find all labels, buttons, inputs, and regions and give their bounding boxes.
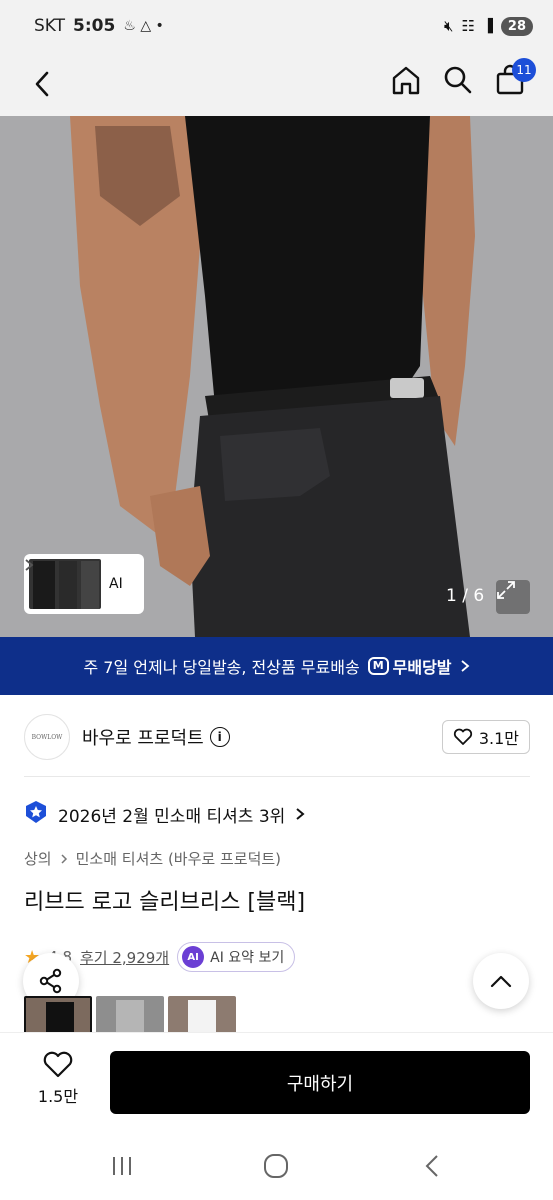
product-image-carousel[interactable]: AI 1 / 6 bbox=[0, 116, 553, 637]
cart-count-badge: 11 bbox=[512, 58, 536, 82]
chevron-up-icon bbox=[490, 975, 512, 988]
image-counter: 1 / 6 bbox=[446, 586, 485, 606]
home-nav-button[interactable] bbox=[256, 1150, 296, 1182]
brand-name[interactable]: 바우로 프로덕트 bbox=[82, 724, 204, 750]
thumbnail-image bbox=[27, 557, 103, 611]
truck-icon: M bbox=[367, 657, 389, 675]
chevron-left-icon bbox=[425, 1155, 438, 1177]
buy-button[interactable]: 구매하기 bbox=[110, 1051, 530, 1114]
home-icon bbox=[392, 66, 420, 95]
recent-apps-icon bbox=[113, 1157, 131, 1175]
recent-apps-button[interactable] bbox=[102, 1150, 142, 1182]
mubae-label: 무배당발 bbox=[392, 658, 452, 677]
variant-strip bbox=[24, 996, 236, 1034]
search-button[interactable] bbox=[438, 60, 478, 100]
notification-icons: ♨ △ • bbox=[123, 18, 164, 34]
ai-summary-label: AI 요약 보기 bbox=[210, 950, 285, 966]
clock: 5:05 bbox=[73, 16, 116, 36]
breadcrumb-subcategory[interactable]: 민소매 티셔츠 (바우로 프로덕트) bbox=[76, 848, 281, 869]
top-navigation: 11 bbox=[0, 52, 553, 116]
divider bbox=[24, 776, 530, 777]
chevron-left-icon bbox=[35, 71, 49, 97]
product-title: 리브드 로고 슬리브리스 [블랙] bbox=[24, 890, 306, 915]
signal-icon: ▐ bbox=[482, 18, 493, 34]
wishlist-button[interactable]: 1.5만 bbox=[24, 1051, 92, 1115]
search-icon bbox=[444, 66, 472, 94]
ranking-link[interactable]: 2026년 2월 민소매 티셔츠 3위 bbox=[24, 800, 305, 828]
mubae-badge: M 무배당발 bbox=[367, 654, 452, 678]
system-navigation-bar bbox=[0, 1132, 553, 1200]
free-shipping-banner[interactable]: 주 7일 언제나 당일발송, 전상품 무료배송 M 무배당발 bbox=[0, 637, 553, 695]
review-count-link[interactable]: 후기 2,929개 bbox=[80, 947, 169, 968]
chevron-right-icon bbox=[61, 853, 67, 864]
scroll-top-button[interactable] bbox=[473, 953, 529, 1009]
cart-button[interactable]: 11 bbox=[490, 58, 536, 100]
variant-thumbnail[interactable] bbox=[168, 996, 236, 1034]
heart-icon bbox=[43, 1051, 73, 1078]
chevron-right-icon bbox=[296, 808, 305, 820]
variant-thumbnail[interactable] bbox=[24, 996, 92, 1034]
home-circle-icon bbox=[264, 1154, 288, 1178]
wishlist-count: 1.5만 bbox=[37, 1087, 79, 1106]
back-button[interactable] bbox=[22, 64, 62, 104]
carrier-label: SKT bbox=[34, 16, 66, 36]
info-icon[interactable]: i bbox=[209, 727, 230, 747]
ranking-badge-icon bbox=[26, 801, 46, 823]
chevron-right-icon bbox=[460, 660, 469, 672]
variant-thumbnail[interactable] bbox=[96, 996, 164, 1034]
battery-indicator: 28 bbox=[500, 16, 533, 36]
back-nav-button[interactable] bbox=[412, 1150, 452, 1182]
ai-badge-icon: AI bbox=[182, 946, 205, 968]
brand-like-button[interactable]: 3.1만 bbox=[441, 720, 530, 754]
heart-icon bbox=[453, 728, 472, 745]
breadcrumb: 상의 민소매 티셔츠 (바우로 프로덕트) bbox=[24, 848, 281, 869]
ai-summary-button[interactable]: AI AI 요약 보기 bbox=[177, 942, 296, 972]
expand-image-button[interactable] bbox=[496, 580, 530, 614]
brand-logo[interactable]: BOWLOW bbox=[24, 714, 70, 760]
wifi-icon: ☷ bbox=[461, 17, 475, 35]
ranking-text: 2026년 2월 민소매 티셔츠 3위 bbox=[58, 806, 286, 827]
banner-text: 주 7일 언제나 당일발송, 전상품 무료배송 bbox=[83, 658, 360, 677]
ai-thumbnail-card[interactable]: AI bbox=[24, 554, 144, 614]
ai-thumbnail-label: AI bbox=[109, 576, 123, 592]
brand-like-count: 3.1만 bbox=[478, 729, 519, 748]
purchase-bar: 1.5만 구매하기 bbox=[0, 1032, 553, 1132]
chevron-right-icon bbox=[25, 559, 34, 571]
breadcrumb-category[interactable]: 상의 bbox=[24, 848, 52, 869]
mute-icon: 🔇︎ bbox=[444, 17, 454, 35]
brand-row: BOWLOW 바우로 프로덕트 i 3.1만 bbox=[24, 712, 530, 762]
expand-icon bbox=[497, 581, 515, 599]
share-icon bbox=[39, 968, 62, 994]
status-bar: SKT 5:05 ♨ △ • 🔇︎ ☷ ▐ 28 bbox=[0, 0, 553, 52]
home-button[interactable] bbox=[386, 60, 426, 100]
